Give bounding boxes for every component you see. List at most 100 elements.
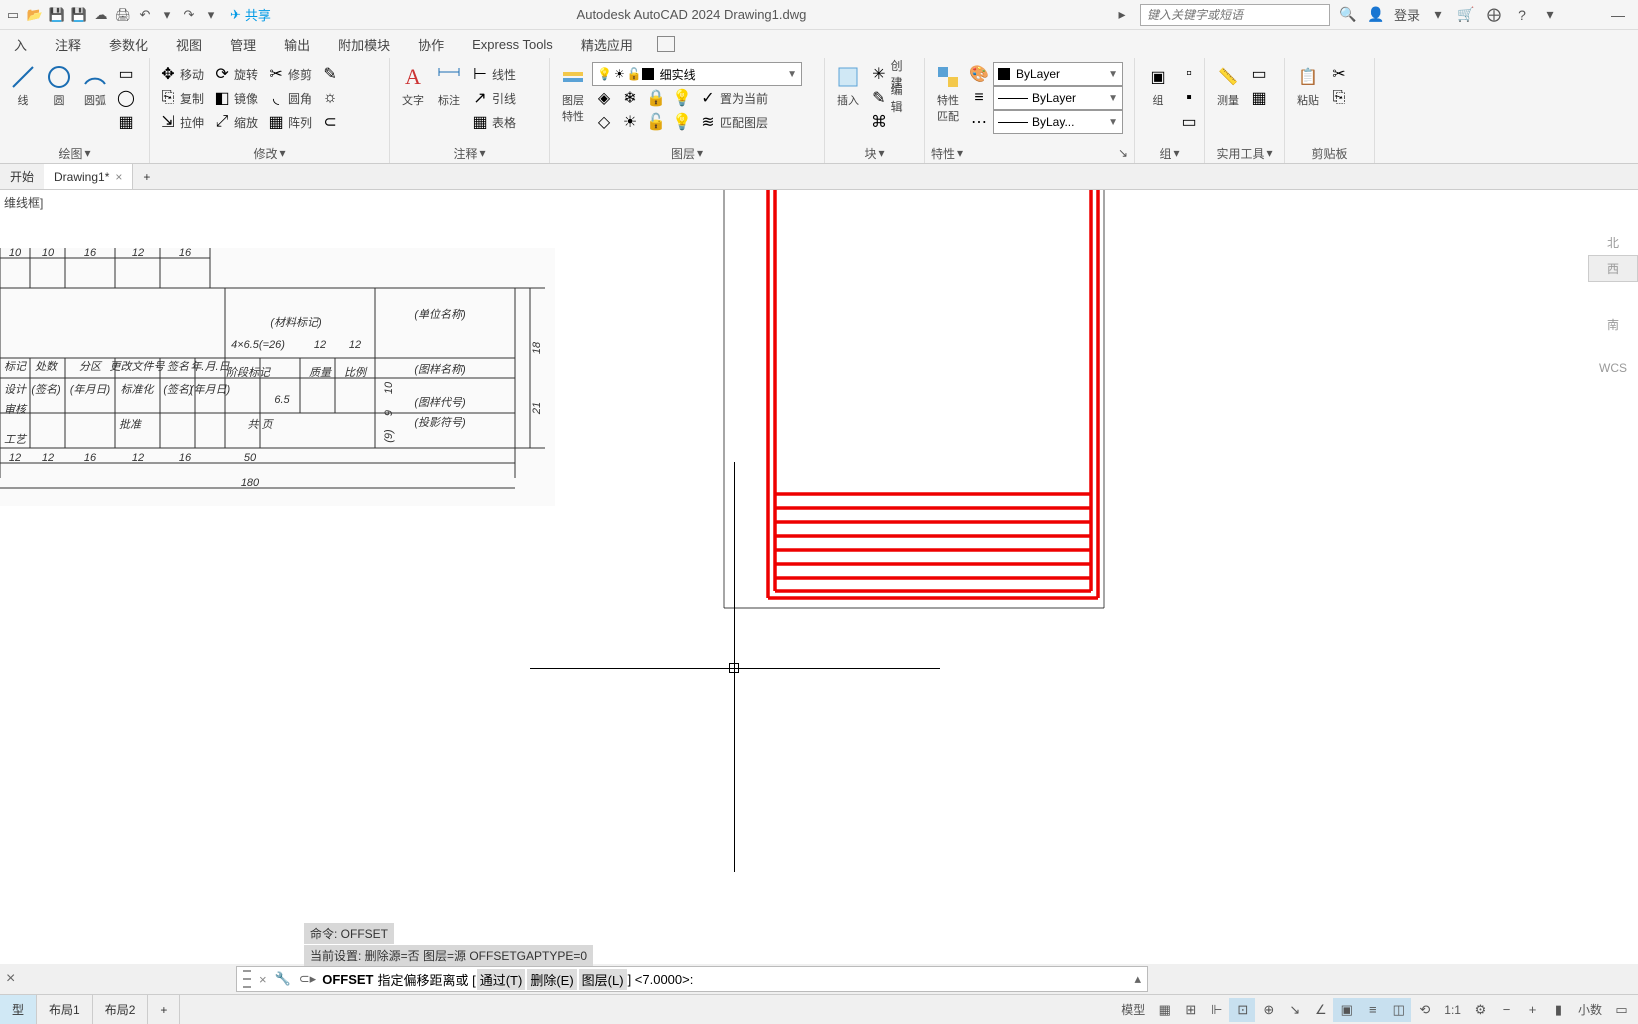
redo-drop-icon[interactable]: ▾: [202, 6, 220, 24]
cmd-close-icon[interactable]: ×: [259, 972, 267, 987]
ortho-icon[interactable]: ⊡: [1229, 998, 1255, 1022]
layer-unlock-button[interactable]: 🔓: [644, 110, 668, 134]
tab-featured[interactable]: 精选应用: [567, 30, 647, 58]
isodraft-icon[interactable]: ↘: [1281, 998, 1307, 1022]
undo-icon[interactable]: ↶: [136, 6, 154, 24]
ltype-combo[interactable]: ByLay...▼: [993, 110, 1123, 134]
group-bb-button[interactable]: ▭: [1177, 110, 1201, 134]
cart-icon[interactable]: 🛒: [1456, 5, 1476, 25]
cycling-icon[interactable]: ⟲: [1411, 998, 1437, 1022]
tab-parametric[interactable]: 参数化: [95, 30, 162, 58]
group-edit-button[interactable]: ▪: [1177, 86, 1201, 110]
saveall-icon[interactable]: 💾: [70, 6, 88, 24]
fillet-button[interactable]: ◟圆角: [264, 86, 316, 110]
layer-freeze-button[interactable]: ❄: [618, 86, 642, 110]
offset-button[interactable]: ⊂: [318, 110, 342, 134]
web-icon[interactable]: ☁: [92, 6, 110, 24]
rotate-button[interactable]: ⟳旋转: [210, 62, 262, 86]
drawing-tab[interactable]: Drawing1* ×: [44, 164, 133, 189]
layer-uniso-button[interactable]: ◇: [592, 110, 616, 134]
new-icon[interactable]: ▭: [4, 6, 22, 24]
snap-icon[interactable]: ⊞: [1177, 998, 1203, 1022]
count-button[interactable]: ▦: [1247, 86, 1271, 110]
line-button[interactable]: 线: [6, 62, 40, 110]
help-icon[interactable]: ?: [1512, 5, 1532, 25]
model-space-button[interactable]: 模型: [1114, 998, 1151, 1022]
gear-icon[interactable]: ⚙: [1467, 998, 1493, 1022]
panel-utils-title[interactable]: 实用工具 ▾: [1211, 143, 1278, 163]
layout1-tab[interactable]: 布局1: [37, 995, 93, 1024]
grid-icon[interactable]: ▦: [1151, 998, 1177, 1022]
save-icon[interactable]: 💾: [48, 6, 66, 24]
select-button[interactable]: ▭: [1247, 62, 1271, 86]
tab-manage[interactable]: 管理: [216, 30, 270, 58]
close-cmd-icon[interactable]: ×: [6, 970, 15, 988]
otrack-icon[interactable]: ∠: [1307, 998, 1333, 1022]
trim-button[interactable]: ✂修剪: [264, 62, 316, 86]
add-layout-button[interactable]: +: [148, 995, 180, 1024]
signin-drop-icon[interactable]: ▾: [1428, 5, 1448, 25]
layer-thaw-button[interactable]: ☀: [618, 110, 642, 134]
color-combo[interactable]: ByLayer▼: [993, 62, 1123, 86]
navigation-cube[interactable]: 北 西 南 WCS: [1588, 230, 1638, 379]
cut-button[interactable]: ✂: [1327, 62, 1351, 86]
tab-addins[interactable]: 附加模块: [324, 30, 404, 58]
leader-button[interactable]: ↗引线: [468, 86, 520, 110]
tab-express[interactable]: Express Tools: [458, 30, 567, 58]
zoom-out-icon[interactable]: −: [1493, 998, 1519, 1022]
start-tab[interactable]: 开始: [0, 164, 44, 189]
viewport-label[interactable]: 维线框]: [4, 194, 43, 211]
layout2-tab[interactable]: 布局2: [93, 995, 149, 1024]
table-button[interactable]: ▦表格: [468, 110, 520, 134]
text-button[interactable]: A文字: [396, 62, 430, 110]
panel-layers-title[interactable]: 图层 ▾: [556, 143, 818, 163]
cmd-opt-layer[interactable]: 图层(L): [579, 969, 627, 990]
cmd-handle[interactable]: [243, 970, 251, 988]
search-arrow-icon[interactable]: ▸: [1112, 5, 1132, 25]
ltype-control-button[interactable]: ⋯: [967, 110, 991, 134]
osnap-icon[interactable]: ▣: [1333, 998, 1359, 1022]
undo-drop-icon[interactable]: ▾: [158, 6, 176, 24]
circle-button[interactable]: 圆: [42, 62, 76, 110]
set-current-button[interactable]: ✓置为当前: [696, 86, 772, 110]
command-line[interactable]: × 🔧 ⊂▸ OFFSET 指定偏移距离或 [ 通过(T) 删除(E) 图层(L…: [236, 966, 1148, 992]
array-button[interactable]: ▦阵列: [264, 110, 316, 134]
panel-annot-title[interactable]: 注释 ▾: [396, 143, 543, 163]
open-icon[interactable]: 📂: [26, 6, 44, 24]
arc-button[interactable]: 圆弧: [78, 62, 112, 110]
edit-block-button[interactable]: ✎编辑: [867, 86, 918, 110]
copy-button[interactable]: ⎘复制: [156, 86, 208, 110]
layer-lock-button[interactable]: 🔒: [644, 86, 668, 110]
ungroup-button[interactable]: ▫: [1177, 62, 1201, 86]
wcs-label[interactable]: WCS: [1588, 357, 1638, 379]
layer-combo[interactable]: 💡☀🔓 细实线 ▼: [592, 62, 802, 86]
hatch-button[interactable]: ▦: [114, 110, 138, 134]
explode-button[interactable]: ☼: [318, 86, 342, 110]
cmd-opt-erase[interactable]: 删除(E): [527, 969, 576, 990]
lweight-combo[interactable]: ByLayer▼: [993, 86, 1123, 110]
group-button[interactable]: ▣组: [1141, 62, 1175, 110]
color-control-button[interactable]: 🎨: [967, 62, 991, 86]
layer-props-button[interactable]: 图层 特性: [556, 62, 590, 126]
new-tab-button[interactable]: +: [133, 164, 160, 189]
tab-extra-icon[interactable]: [657, 36, 675, 52]
nav-south[interactable]: 南: [1588, 312, 1638, 337]
search-input[interactable]: [1140, 4, 1330, 26]
cmd-opt-through[interactable]: 通过(T): [477, 969, 526, 990]
paste-button[interactable]: 📋粘贴: [1291, 62, 1325, 110]
lweight-icon[interactable]: ≡: [1359, 998, 1385, 1022]
scale-button[interactable]: ⤢缩放: [210, 110, 262, 134]
panel-modify-title[interactable]: 修改 ▾: [156, 143, 383, 163]
units-label[interactable]: 小数: [1571, 998, 1608, 1022]
layer-iso-button[interactable]: ◈: [592, 86, 616, 110]
model-tab[interactable]: 型: [0, 995, 37, 1024]
cmd-expand-icon[interactable]: ▴: [1134, 971, 1141, 987]
share-button[interactable]: ✈ 共享: [230, 5, 271, 24]
anno-scale-button[interactable]: 1:1: [1437, 998, 1467, 1022]
lweight-control-button[interactable]: ≡: [967, 86, 991, 110]
insert-button[interactable]: 插入: [831, 62, 865, 110]
layer-off-button[interactable]: 💡: [670, 86, 694, 110]
redo-icon[interactable]: ↷: [180, 6, 198, 24]
tab-collab[interactable]: 协作: [404, 30, 458, 58]
rect-button[interactable]: ▭: [114, 62, 138, 86]
